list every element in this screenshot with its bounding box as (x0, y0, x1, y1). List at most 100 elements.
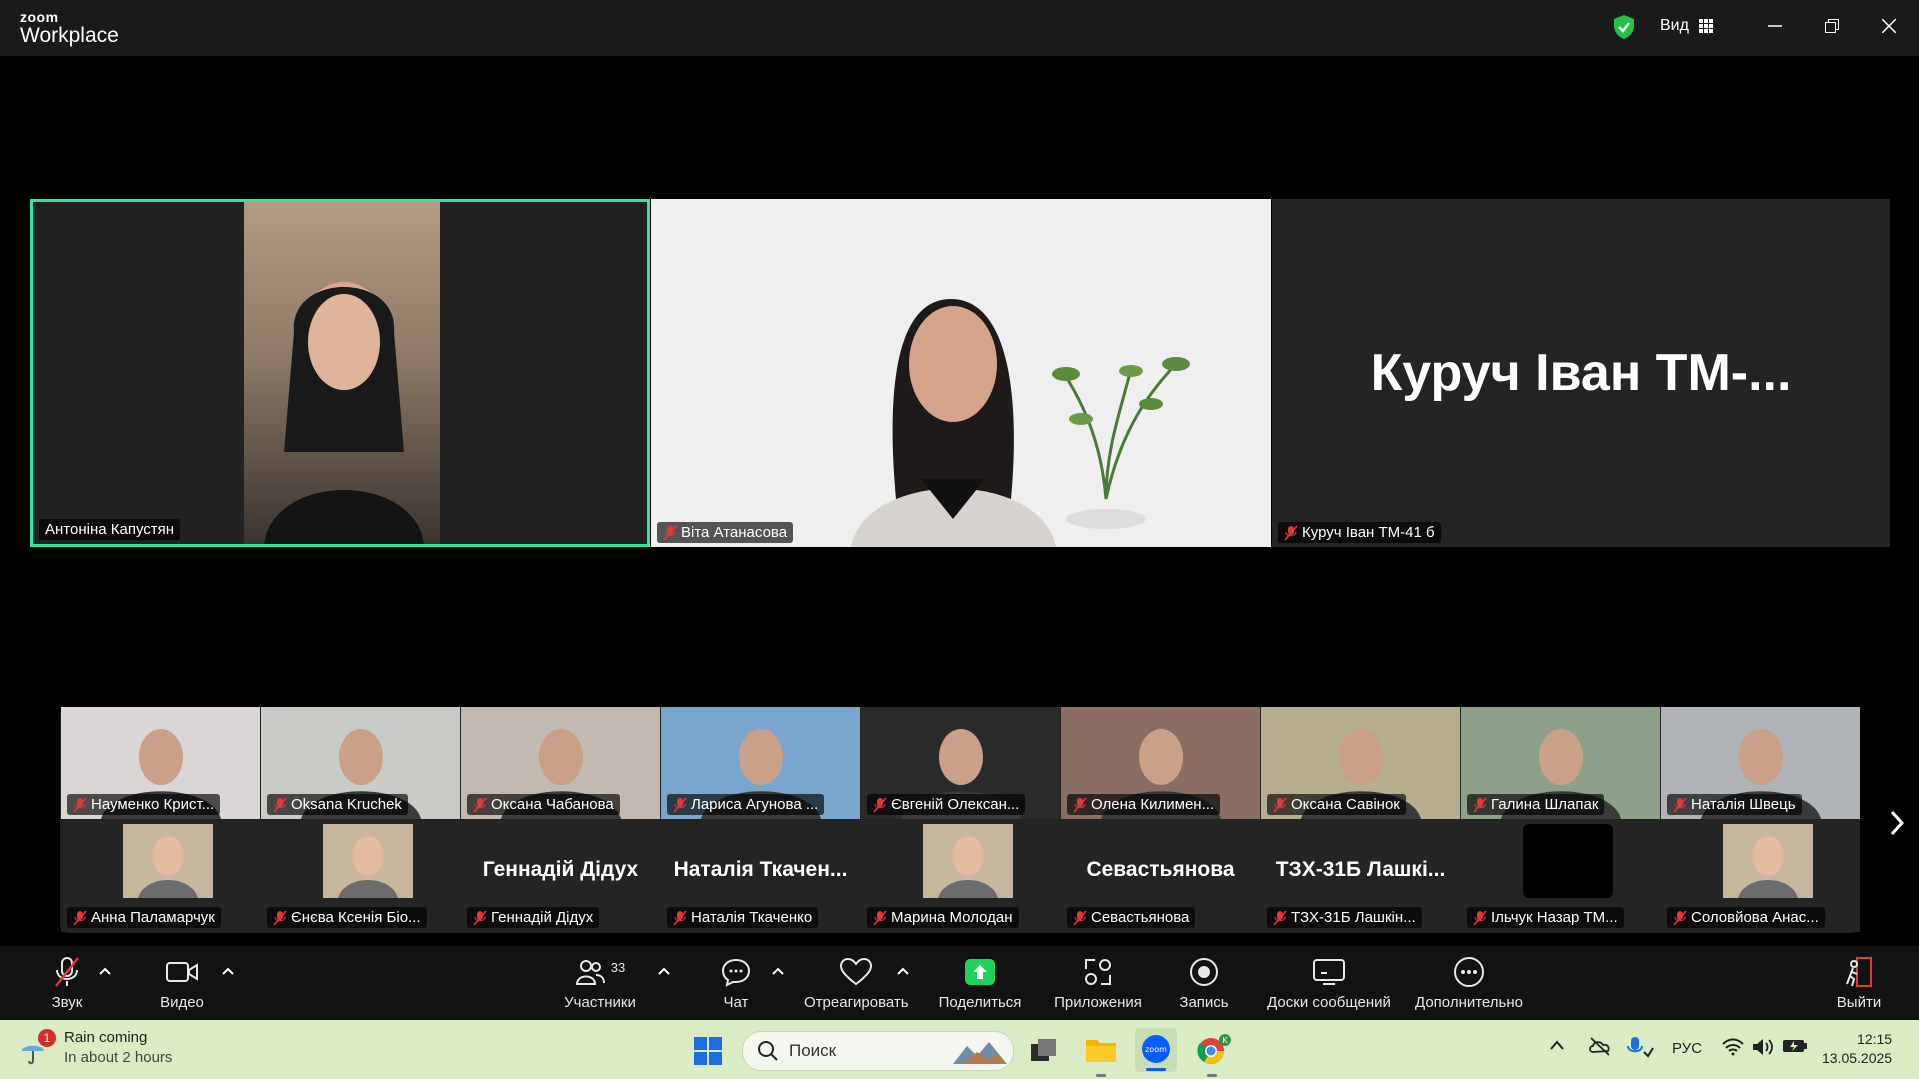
mic-muted-icon (55, 957, 79, 987)
share-button[interactable]: Поделиться (938, 956, 1022, 1011)
apps-label: Приложения (1054, 994, 1142, 1011)
video-button[interactable]: Видео (153, 956, 211, 1011)
leave-label: Выйти (1836, 994, 1882, 1011)
more-icon (1454, 957, 1484, 987)
gallery-tile[interactable]: Євгеній Олексан... (861, 707, 1060, 819)
mic-muted-icon (473, 909, 487, 926)
view-button[interactable]: Вид (1660, 17, 1713, 35)
name-tag: Наталія Ткаченко (667, 907, 819, 928)
participant-name: Оксана Чабанова (491, 796, 614, 813)
participant-name: Віта Атанасова (681, 524, 788, 541)
mic-muted-icon (1073, 796, 1087, 813)
mic-muted-icon (1473, 796, 1487, 813)
participant-name: ТЗХ-31Б Лашкін... (1291, 909, 1416, 926)
gallery-tile[interactable]: Oksana Kruchek (261, 707, 460, 819)
whiteboard-icon (1313, 959, 1345, 985)
gallery-tile[interactable]: Наталія Ткачен... Наталія Ткаченко (661, 820, 860, 932)
participant-display-name: Наталія Ткачен... (673, 858, 848, 881)
participant-display-name: ТЗХ-31Б Лашкі... (1275, 858, 1446, 881)
gallery-tile[interactable]: ТЗХ-31Б Лашкі... ТЗХ-31Б Лашкін... (1261, 820, 1460, 932)
logo-bottom: Workplace (20, 24, 119, 47)
leave-button[interactable]: Выйти (1834, 956, 1884, 1011)
name-tag: ТЗХ-31Б Лашкін... (1267, 907, 1422, 928)
file-explorer-icon[interactable] (1085, 1036, 1117, 1064)
share-screen-icon (965, 959, 995, 985)
participant-photo (923, 824, 1013, 898)
input-language[interactable]: РУС (1672, 1040, 1702, 1057)
chat-button[interactable]: Чат (716, 956, 756, 1011)
weather-badge: 1 (38, 1029, 56, 1047)
mic-muted-icon (673, 909, 687, 926)
video-tile[interactable]: Віта Атанасова (651, 199, 1271, 547)
minimize-button[interactable] (1760, 14, 1790, 38)
close-button[interactable] (1874, 14, 1904, 38)
apps-button[interactable]: Приложения (1052, 956, 1144, 1011)
restore-button[interactable] (1817, 14, 1847, 38)
chat-options-chevron-icon[interactable] (772, 966, 784, 976)
participants-options-chevron-icon[interactable] (658, 966, 670, 976)
more-button[interactable]: Дополнительно (1410, 956, 1528, 1011)
gallery-tile[interactable]: Оксана Чабанова (461, 707, 660, 819)
participant-photo (323, 824, 413, 898)
close-icon (1882, 19, 1896, 33)
participant-name: Oksana Kruchek (291, 796, 402, 813)
record-button[interactable]: Запись (1176, 956, 1232, 1011)
next-page-arrow-icon[interactable] (1886, 808, 1908, 838)
restore-icon (1825, 19, 1839, 33)
gallery-tile[interactable]: Лариса Агунова ... (661, 707, 860, 819)
microphone-in-use-icon[interactable] (1626, 1036, 1654, 1058)
clock-date: 13.05.2025 (1822, 1050, 1893, 1066)
video-camera-icon (166, 962, 198, 982)
chat-icon (721, 958, 751, 987)
show-hidden-icons-chevron-icon[interactable] (1550, 1040, 1564, 1050)
mic-muted-icon (1273, 796, 1287, 813)
gallery-tile[interactable]: Науменко Крист... (61, 707, 260, 819)
windows-start-icon[interactable] (694, 1037, 722, 1065)
battery-charging-icon[interactable] (1782, 1038, 1808, 1054)
onedrive-offline-icon[interactable] (1588, 1036, 1612, 1056)
participant-name: Галина Шлапак (1491, 796, 1599, 813)
windows-taskbar: 1 Rain coming In about 2 hours Поиск zoo… (0, 1020, 1919, 1079)
volume-icon[interactable] (1752, 1037, 1774, 1057)
video-tile[interactable]: Куруч Іван ТМ-... Куруч Іван ТМ-41 б (1272, 199, 1890, 547)
video-options-chevron-icon[interactable] (222, 966, 234, 976)
gallery-tile[interactable]: Ільчук Назар ТМ... (1461, 820, 1660, 932)
apps-icon (1085, 959, 1111, 985)
name-tag: Олена Килимен... (1067, 794, 1221, 815)
taskbar-search[interactable]: Поиск (742, 1031, 1014, 1071)
participants-count: 33 (610, 959, 626, 975)
zoom-taskbar-app[interactable]: zoom (1135, 1028, 1177, 1072)
audio-options-chevron-icon[interactable] (99, 966, 111, 976)
gallery-tile[interactable]: Марина Молодан (861, 820, 1060, 932)
video-tile-speaker[interactable]: Антоніна Капустян (30, 199, 650, 547)
react-button[interactable]: Отреагировать (804, 956, 909, 1011)
chrome-icon[interactable]: K (1196, 1034, 1232, 1066)
grid-icon (1698, 19, 1713, 33)
gallery-tile[interactable]: Оксана Савінок (1261, 707, 1460, 819)
name-tag: Оксана Савінок (1267, 794, 1406, 815)
gallery-tile[interactable]: Севастьянова Севастьянова (1061, 820, 1260, 932)
gallery-tile[interactable]: Соловйова Анас... (1661, 820, 1860, 932)
name-tag: Анна Паламарчук (67, 907, 221, 928)
wifi-icon[interactable] (1722, 1038, 1744, 1056)
encryption-shield-icon[interactable] (1612, 14, 1636, 40)
clock[interactable]: 12:15 13.05.2025 (1822, 1030, 1892, 1068)
whiteboards-label: Доски сообщений (1267, 994, 1391, 1011)
react-options-chevron-icon[interactable] (897, 966, 909, 976)
whiteboards-button[interactable]: Доски сообщений (1262, 956, 1396, 1011)
gallery-tile[interactable]: Єнєва Ксенія Біо... (261, 820, 460, 932)
gallery-tile[interactable]: Наталія Швець (1661, 707, 1860, 819)
name-tag: Геннадій Дідух (467, 907, 600, 928)
task-view-icon[interactable] (1030, 1038, 1058, 1062)
gallery-tile[interactable]: Галина Шлапак (1461, 707, 1660, 819)
gallery-tile[interactable]: Геннадій Дідух Геннадій Дідух (461, 820, 660, 932)
meeting-toolbar: Звук Видео 33 Участники Чат Отреагироват… (0, 946, 1919, 1020)
gallery-tile[interactable]: Олена Килимен... (1061, 707, 1260, 819)
more-label: Дополнительно (1415, 994, 1523, 1011)
audio-button[interactable]: Звук (42, 956, 92, 1011)
participant-photo (1723, 824, 1813, 898)
participants-button[interactable]: 33 Участники (560, 956, 640, 1012)
participants-icon (575, 960, 605, 985)
mic-muted-icon (873, 909, 887, 926)
gallery-tile[interactable]: Анна Паламарчук (61, 820, 260, 932)
